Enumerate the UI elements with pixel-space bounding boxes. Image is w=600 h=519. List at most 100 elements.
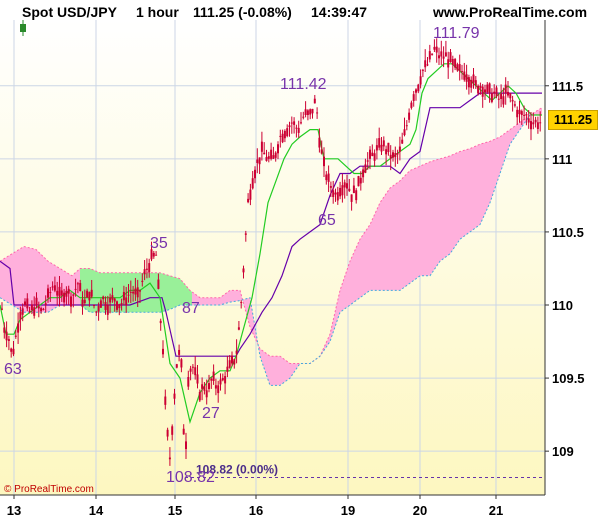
cloud-segment: [204, 297, 206, 305]
candle-body: [346, 183, 348, 189]
candle-body: [116, 301, 118, 310]
candle-body: [348, 188, 351, 191]
candle-body: [311, 108, 314, 114]
candle-body: [463, 71, 466, 80]
candle-body: [343, 182, 346, 188]
candle-body: [281, 133, 284, 143]
candle-body: [109, 297, 112, 303]
candle-body: [189, 368, 192, 372]
candle-body: [534, 119, 537, 123]
candle-body: [106, 304, 109, 315]
candle-body: [497, 98, 500, 100]
candle-body: [341, 185, 344, 196]
candle-body: [63, 292, 66, 303]
candle-body: [258, 157, 261, 165]
candle-body: [451, 58, 454, 65]
candle-body: [364, 164, 367, 173]
candle-body: [304, 109, 307, 115]
cloud-segment: [8, 255, 10, 304]
cloud-segment: [492, 139, 494, 197]
candle-body: [421, 69, 424, 71]
candle-body: [426, 64, 429, 66]
candle-body: [14, 335, 17, 337]
candle-body: [145, 268, 148, 270]
candle-body: [507, 91, 509, 96]
cloud-segment: [152, 272, 154, 313]
cloud-segment: [368, 224, 370, 292]
candle-body: [51, 286, 54, 288]
cloud-segment: [406, 172, 408, 286]
candle-body: [300, 122, 302, 124]
price-change-label: 111.25 (-0.08%): [193, 4, 292, 20]
candle-body: [132, 291, 135, 294]
candle-body: [254, 169, 256, 179]
candle-body: [398, 146, 401, 152]
candle-body: [502, 96, 505, 105]
candle-body: [111, 295, 114, 300]
cloud-segment: [220, 296, 222, 305]
y-tick-label: 109: [552, 444, 574, 459]
candle-body: [495, 87, 498, 97]
candle-body: [155, 254, 158, 256]
candle-body: [88, 291, 91, 301]
cloud-segment: [208, 297, 210, 305]
candle-body: [148, 263, 151, 273]
candle-body: [373, 153, 376, 161]
candle-body: [5, 331, 8, 341]
cloud-segment: [404, 174, 406, 288]
candle-body: [143, 269, 146, 275]
candle-body: [139, 290, 141, 292]
candle-body: [277, 144, 279, 154]
candle-body: [479, 85, 482, 88]
candle-body: [198, 391, 201, 401]
candle-body: [442, 56, 445, 59]
cloud-segment: [476, 145, 478, 228]
cloud-segment: [488, 141, 490, 208]
candle-body: [235, 350, 238, 354]
candle-body: [290, 122, 293, 124]
cloud-segment: [210, 297, 212, 305]
candle-body: [212, 371, 215, 381]
candle-body: [465, 74, 468, 82]
candle-body: [83, 299, 86, 304]
candle-body: [313, 98, 316, 104]
cloud-segment: [374, 211, 376, 291]
instrument-label: Spot USD/JPY: [22, 4, 117, 20]
candle-body: [208, 383, 210, 390]
candle-body: [26, 298, 29, 309]
cloud-segment: [278, 356, 280, 386]
cloud-segment: [288, 362, 290, 380]
x-tick-label: 21: [489, 503, 503, 518]
candle-body: [171, 426, 174, 435]
candle-body: [467, 77, 470, 88]
candle-body: [99, 300, 102, 308]
cloud-segment: [388, 188, 390, 291]
candle-body: [3, 327, 6, 333]
candle-body: [336, 192, 339, 201]
candle-body: [125, 297, 128, 306]
candle-body: [527, 118, 530, 123]
cloud-segment: [474, 145, 476, 229]
candle-body: [274, 152, 277, 158]
cloud-segment: [22, 246, 24, 313]
candle-body: [447, 59, 450, 68]
price-chart[interactable]: 108.82 (0.00%)63358727108.82111.4265111.…: [0, 0, 600, 519]
candle-body: [201, 384, 204, 389]
cloud-segment: [366, 227, 368, 294]
cloud-segment: [442, 157, 444, 260]
candle-body: [166, 429, 169, 437]
candle-body: [157, 279, 160, 289]
cloud-segment: [390, 186, 392, 291]
annotation-label: 111.79: [433, 25, 480, 42]
candle-body: [256, 159, 259, 163]
candle-body: [401, 139, 404, 144]
candle-body: [90, 289, 93, 297]
cloud-segment: [386, 191, 388, 291]
candle-body: [435, 46, 438, 53]
candle-body: [297, 127, 300, 133]
candle-body: [251, 178, 254, 189]
candle-body: [424, 60, 427, 68]
cloud-segment: [274, 356, 276, 386]
candle-body: [500, 93, 503, 100]
candle-body: [79, 283, 82, 292]
